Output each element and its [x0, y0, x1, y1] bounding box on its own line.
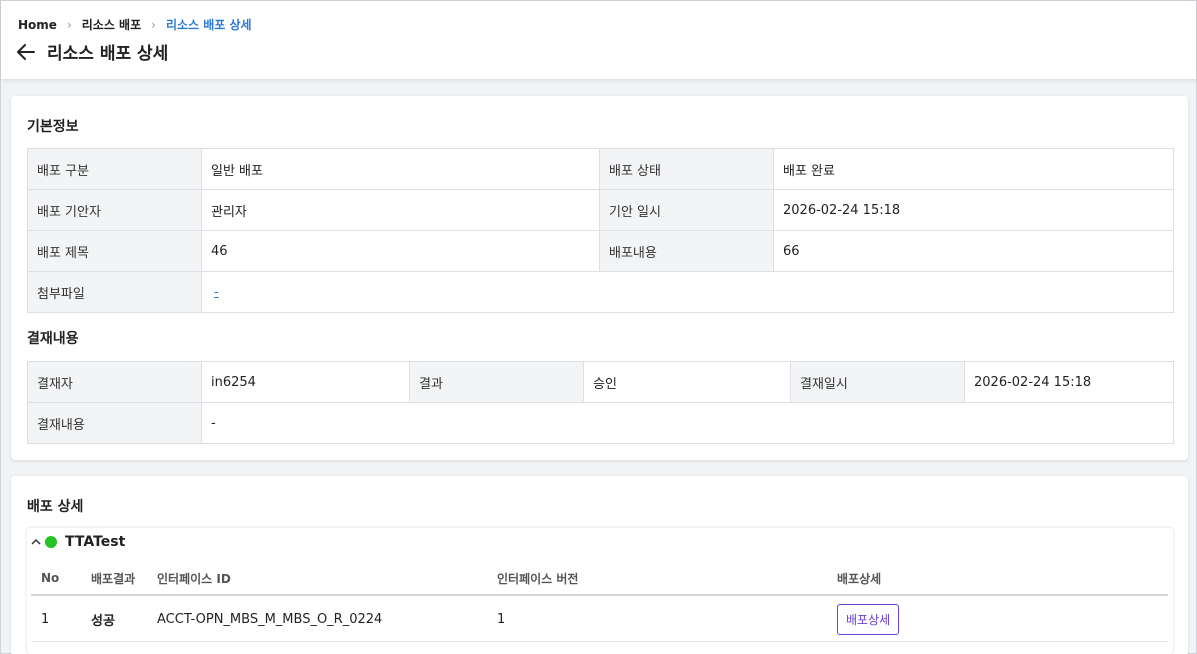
deploy-table-header: No 배포결과 인터페이스 ID 인터페이스 버전 배포상세	[31, 562, 1168, 596]
approval-comment-label: 결재내용	[27, 402, 202, 444]
page-header: Home › 리소스 배포 › 리소스 배포 상세 리소스 배포 상세	[1, 1, 1196, 80]
attachment-link[interactable]: -	[214, 285, 219, 300]
chevron-right-icon: ›	[66, 17, 72, 32]
col-no: No	[41, 571, 60, 585]
col-deploy-detail: 배포상세	[837, 571, 882, 586]
deploy-subject-value: 46	[201, 230, 600, 272]
approver-value: in6254	[201, 361, 410, 403]
approval-date-value: 2026-02-24 15:18	[964, 361, 1174, 403]
breadcrumb-current: 리소스 배포 상세	[165, 18, 252, 32]
approval-date-label: 결재일시	[790, 361, 965, 403]
col-result: 배포결과	[91, 571, 136, 586]
breadcrumb: Home › 리소스 배포 › 리소스 배포 상세	[18, 16, 252, 33]
row-result: 성공	[91, 614, 115, 629]
approver-label: 결재자	[27, 361, 202, 403]
deploy-subject-label: 배포 제목	[27, 230, 202, 272]
deploy-content-label: 배포내용	[599, 230, 774, 272]
attachment-cell: -	[201, 271, 1174, 313]
drafter-value: 관리자	[201, 189, 600, 231]
chevron-up-icon[interactable]	[31, 536, 43, 548]
approval-result-value: 승인	[583, 361, 791, 403]
attachment-label: 첨부파일	[27, 271, 202, 313]
deploy-detail-button[interactable]: 배포상세	[837, 604, 900, 635]
approval-result-label: 결과	[409, 361, 584, 403]
basic-info-card: 기본정보 배포 구분 일반 배포 배포 상태 배포 완료 배포 기안자 관리자 …	[11, 96, 1188, 460]
breadcrumb-resource-deploy[interactable]: 리소스 배포	[82, 16, 141, 33]
breadcrumb-home[interactable]: Home	[18, 18, 57, 32]
approval-comment-value: -	[201, 402, 1174, 444]
deploy-group-panel: TTATest No 배포결과 인터페이스 ID 인터페이스 버전 배포상세 1…	[27, 528, 1173, 654]
basic-info-title: 기본정보	[27, 119, 79, 135]
deploy-detail-card: 배포 상세 TTATest No 배포결과 인터페이스 ID 인터페이스 버전 …	[11, 476, 1188, 654]
col-interface-id: 인터페이스 ID	[157, 571, 231, 586]
approval-table: 결재자 in6254 결과 승인 결재일시 2026-02-24 15:18 결…	[27, 361, 1174, 444]
deploy-content-value: 66	[773, 230, 1174, 272]
drafter-label: 배포 기안자	[27, 189, 202, 231]
back-arrow-icon[interactable]	[17, 41, 39, 63]
row-no: 1	[41, 612, 50, 627]
deploy-status-value: 배포 완료	[773, 148, 1174, 190]
deploy-group-name: TTATest	[65, 534, 126, 550]
deploy-type-value: 일반 배포	[201, 148, 600, 190]
table-row: 1 성공 ACCT-OPN_MBS_M_MBS_O_R_0224 1 배포상세	[31, 598, 1168, 642]
status-dot-icon	[45, 536, 57, 548]
draft-date-value: 2026-02-24 15:18	[773, 189, 1174, 231]
col-interface-version: 인터페이스 버전	[497, 571, 579, 586]
row-interface-version: 1	[497, 612, 506, 627]
deploy-type-label: 배포 구분	[27, 148, 202, 190]
approval-title: 결재내용	[27, 331, 79, 347]
deploy-detail-title: 배포 상세	[27, 499, 84, 515]
basic-info-table: 배포 구분 일반 배포 배포 상태 배포 완료 배포 기안자 관리자 기안 일시…	[27, 148, 1174, 313]
draft-date-label: 기안 일시	[599, 189, 774, 231]
row-detail-cell: 배포상세	[837, 598, 900, 641]
row-interface-id: ACCT-OPN_MBS_M_MBS_O_R_0224	[157, 612, 383, 627]
deploy-status-label: 배포 상태	[599, 148, 774, 190]
page-title: 리소스 배포 상세	[47, 44, 169, 64]
chevron-right-icon: ›	[151, 17, 156, 32]
